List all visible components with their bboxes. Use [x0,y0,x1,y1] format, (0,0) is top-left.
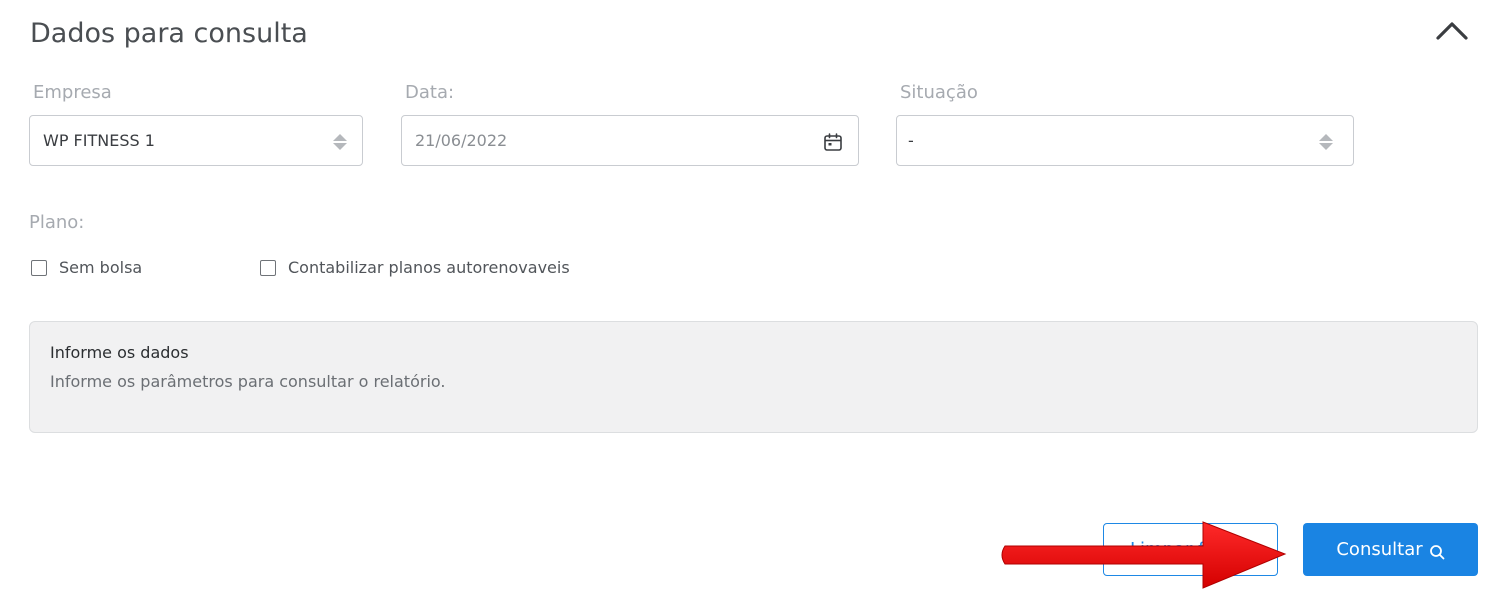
situacao-select[interactable]: - [896,115,1354,166]
info-text: Informe os parâmetros para consultar o r… [50,372,446,391]
info-alert: Informe os dados Informe os parâmetros p… [29,321,1478,433]
clear-filters-button[interactable]: Limpar filtros [1103,523,1278,576]
autorenovaveis-label: Contabilizar planos autorenovaveis [288,258,570,277]
data-input[interactable]: 21/06/2022 [401,115,859,166]
situacao-label: Situação [900,82,978,103]
calendar-icon[interactable] [823,132,843,152]
situacao-value: - [908,131,914,150]
search-button-label: Consultar [1336,539,1423,560]
data-value: 21/06/2022 [415,131,508,150]
empresa-select[interactable]: WP FITNESS 1 [29,115,363,166]
clear-filters-label: Limpar filtros [1130,539,1249,560]
search-button[interactable]: Consultar [1303,523,1478,576]
chevron-up-icon[interactable] [1434,16,1470,46]
sem-bolsa-option[interactable]: Sem bolsa [31,257,142,279]
sort-arrows-icon [1319,134,1333,150]
autorenovaveis-option[interactable]: Contabilizar planos autorenovaveis [260,257,570,279]
sem-bolsa-label: Sem bolsa [59,258,143,277]
plano-label: Plano: [29,212,85,233]
sem-bolsa-checkbox[interactable] [31,260,47,276]
autorenovaveis-checkbox[interactable] [260,260,276,276]
empresa-label: Empresa [33,82,112,103]
data-label: Data: [405,82,455,103]
info-title: Informe os dados [50,343,189,362]
sort-arrows-icon [333,134,347,150]
search-icon [1429,544,1445,559]
panel-title: Dados para consulta [30,18,308,49]
empresa-value: WP FITNESS 1 [43,131,155,150]
